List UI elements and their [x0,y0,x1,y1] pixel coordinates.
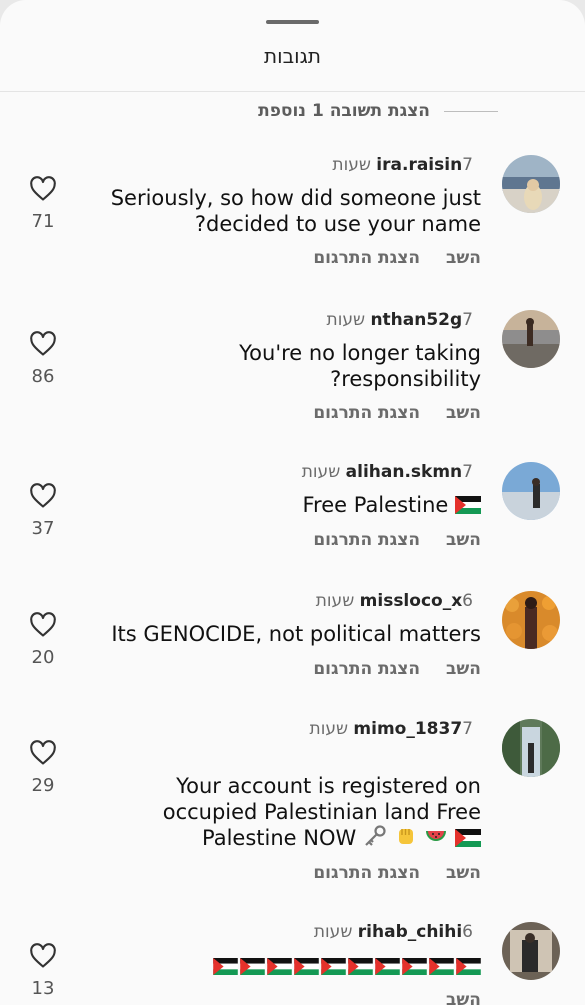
comment-text [81,954,481,978]
comments-sheet: תגובות הצגת תשובה 1 נוספת ira.raisin7 שע… [0,0,585,1005]
palestine-flag-emoji [294,958,319,975]
comment-actions: השב הצגת התרגום [313,403,481,423]
comment-text: You're no longer taking ?responsibility [81,340,481,392]
comment-text: Seriously, so how did someone just ?deci… [81,185,481,237]
palestine-flag-emoji [375,958,400,975]
palestine-flag-emoji [267,958,292,975]
reply-button[interactable]: השב [446,863,481,883]
see-translation-button[interactable]: הצגת התרגום [313,248,420,268]
comment-actions: השב הצגת התרגום [313,530,481,550]
like-count: 29 [31,775,55,796]
comment-actions: השב הצגת התרגום [313,863,481,883]
key-emoji [363,825,394,850]
avatar[interactable] [502,462,560,520]
comment-actions: השב הצגת התרגום [313,659,481,679]
palestine-flag-emoji [213,958,238,975]
palestine-flag-emoji [429,958,454,975]
see-translation-button[interactable]: הצגת התרגום [313,659,420,679]
comment-meta: ira.raisin7 שעות [332,155,481,175]
comment-text-content: Its GENOCIDE, not political matters [111,622,481,646]
avatar[interactable] [502,591,560,649]
username[interactable]: mimo_1837 [353,719,462,739]
palestine-flag-emoji [348,958,373,975]
comment-meta: alihan.skmn7 שעות [302,462,481,482]
reply-button[interactable]: השב [446,403,481,423]
username[interactable]: rihab_chihi [358,922,462,942]
comment-text: Free Palestine [81,492,481,518]
username[interactable]: missloco_x [360,591,463,611]
see-translation-button[interactable]: הצגת התרגום [313,863,420,883]
palestine-flag-emoji [402,958,427,975]
view-more-replies-button[interactable]: הצגת תשובה 1 נוספת [258,101,430,121]
palestine-flag-emoji [456,958,481,975]
comment-actions: השב הצגת התרגום [313,248,481,268]
header-divider [0,91,585,92]
like-count: 71 [31,211,55,232]
comment-text: Its GENOCIDE, not political matters [81,621,481,647]
sheet-title: תגובות [264,44,321,68]
comment-text-content: Free Palestine [302,493,449,517]
avatar[interactable] [502,155,560,213]
palestine-flag-emoji [455,496,481,514]
avatar[interactable] [502,719,560,777]
heart-outline-icon[interactable] [29,483,57,509]
like-count: 86 [31,366,55,387]
avatar[interactable] [502,922,560,980]
comment-meta: rihab_chihi6 שעות [314,922,481,942]
watermelon-emoji [424,826,455,850]
like-count: 13 [31,978,55,999]
comment-meta: mimo_18377 שעות [310,719,481,739]
heart-outline-icon[interactable] [29,740,57,766]
palestine-flag-emoji [455,829,481,847]
username[interactable]: alihan.skmn [346,462,463,482]
heart-outline-icon[interactable] [29,176,57,202]
like-count: 37 [31,518,55,539]
reply-button[interactable]: השב [446,990,481,1005]
reply-button[interactable]: השב [446,248,481,268]
comment-meta: nthan52g7 שעות [327,310,481,330]
comment-actions: השב [446,990,481,1005]
avatar[interactable] [502,310,560,368]
see-translation-button[interactable]: הצגת התרגום [313,530,420,550]
heart-outline-icon[interactable] [29,943,57,969]
comment-text-content: You're no longer taking ?responsibility [239,341,481,391]
comment-meta: missloco_x6 שעות [316,591,481,611]
reply-button[interactable]: השב [446,659,481,679]
see-translation-button[interactable]: הצגת התרגום [313,403,420,423]
username[interactable]: ira.raisin [376,155,462,175]
comment-text: Your account is registered on occupied P… [81,773,481,851]
comment-text-content: Seriously, so how did someone just ?deci… [110,186,481,236]
username[interactable]: nthan52g [370,310,462,330]
heart-outline-icon[interactable] [29,331,57,357]
reply-button[interactable]: השב [446,530,481,550]
palestine-flag-emoji [240,958,265,975]
replies-line [444,111,498,112]
palestine-flag-emoji [321,958,346,975]
like-count: 20 [31,647,55,668]
heart-outline-icon[interactable] [29,612,57,638]
drag-handle[interactable] [266,20,319,24]
raised-fist-emoji [394,826,425,850]
